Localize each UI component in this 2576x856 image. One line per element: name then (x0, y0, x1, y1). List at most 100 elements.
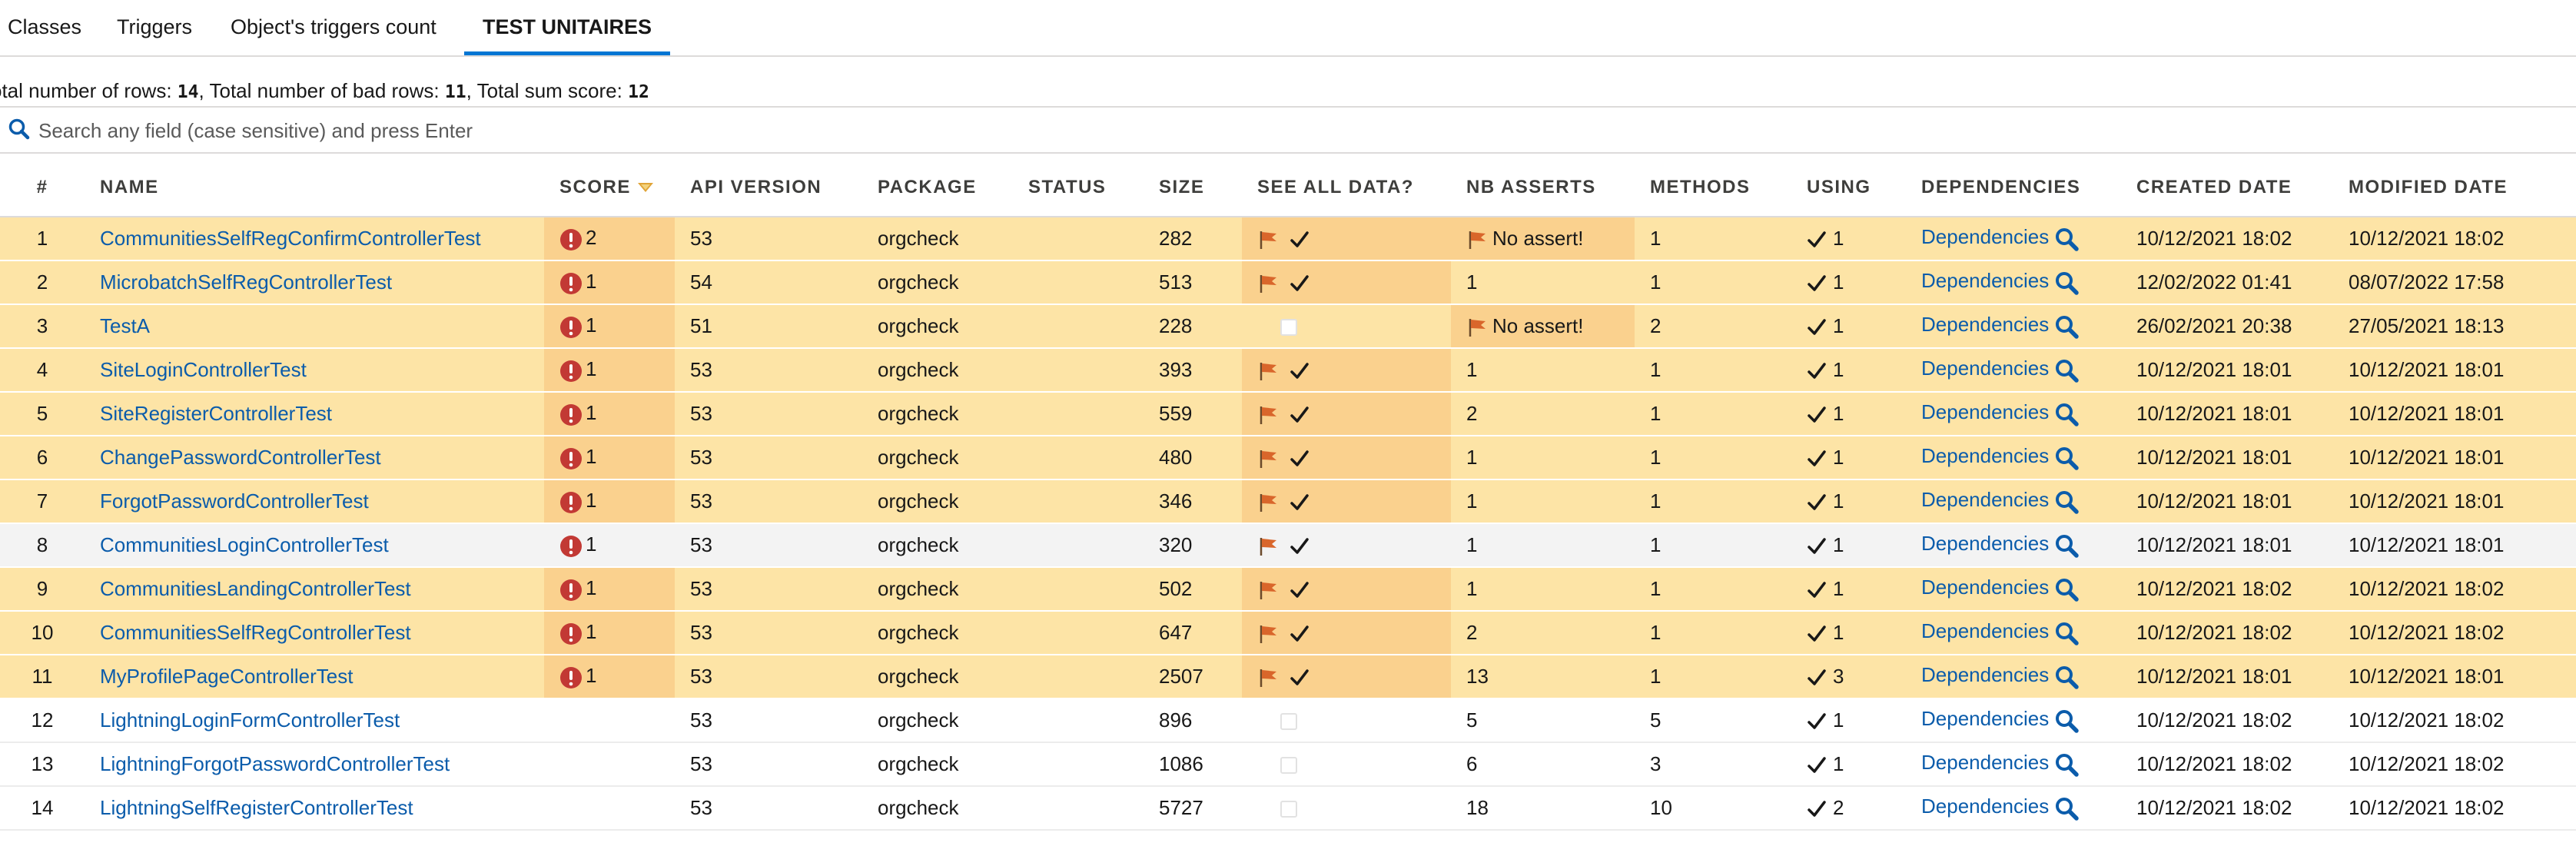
header-dependencies[interactable]: DEPENDENCIES (1906, 158, 2121, 217)
dependencies-link[interactable]: Dependencies (1921, 444, 2049, 467)
magnifier-icon[interactable] (2053, 226, 2080, 252)
header-api-version[interactable]: API VERSION (675, 158, 862, 217)
tab-test-unitaires[interactable]: TEST UNITAIRES (464, 0, 671, 55)
dependencies-link[interactable]: Dependencies (1921, 532, 2049, 555)
dependencies-link[interactable]: Dependencies (1921, 751, 2049, 774)
cell-name: MyProfilePageControllerTest (85, 655, 544, 699)
class-name-link[interactable]: ForgotPasswordControllerTest (100, 489, 369, 513)
class-name-link[interactable]: MicrobatchSelfRegControllerTest (100, 270, 392, 294)
table-row[interactable]: 13 LightningForgotPasswordControllerTest 5… (0, 742, 2576, 787)
dependencies-link[interactable]: Dependencies (1921, 225, 2049, 248)
cell-see-all-data (1242, 567, 1451, 612)
magnifier-icon[interactable] (2053, 620, 2080, 646)
table-row[interactable]: 3 TestA 1 51 orgcheck 228 No assert! 2 1 Dependen… (0, 304, 2576, 349)
magnifier-icon[interactable] (2053, 664, 2080, 690)
magnifier-icon[interactable] (2053, 401, 2080, 427)
cell-name: SiteLoginControllerTest (85, 348, 544, 393)
magnifier-icon[interactable] (2053, 751, 2080, 778)
header-score[interactable]: SCORE (544, 158, 675, 217)
magnifier-icon[interactable] (2053, 445, 2080, 471)
dependencies-link[interactable]: Dependencies (1921, 488, 2049, 511)
class-name-link[interactable]: LightningLoginFormControllerTest (100, 708, 400, 732)
class-name-link[interactable]: SiteLoginControllerTest (100, 358, 307, 381)
tab-objects-triggers-count[interactable]: Object's triggers count (212, 0, 455, 55)
header-methods[interactable]: METHODS (1635, 158, 1791, 217)
header-see-all-data[interactable]: SEE ALL DATA? (1242, 158, 1451, 217)
magnifier-icon[interactable] (2053, 314, 2080, 340)
dependencies-link[interactable]: Dependencies (1921, 313, 2049, 336)
dependencies-link[interactable]: Dependencies (1921, 795, 2049, 818)
cell-created-date: 10/12/2021 18:02 (2121, 217, 2333, 261)
magnifier-icon[interactable] (2053, 489, 2080, 515)
table-row[interactable]: 4 SiteLoginControllerTest 1 53 orgcheck 393 1 1… (0, 348, 2576, 393)
table-row[interactable]: 14 LightningSelfRegisterControllerTest 53 o… (0, 786, 2576, 831)
check-icon (1808, 669, 1826, 685)
cell-dependencies: Dependencies (1906, 260, 2121, 305)
cell-num: 9 (0, 567, 85, 612)
check-icon (1290, 494, 1309, 510)
class-name-link[interactable]: CommunitiesLoginControllerTest (100, 533, 389, 556)
search-input[interactable] (38, 114, 2498, 148)
header-nb-asserts[interactable]: NB ASSERTS (1451, 158, 1635, 217)
cell-size: 1086 (1144, 742, 1242, 787)
header-name[interactable]: NAME (85, 158, 544, 217)
header-size[interactable]: SIZE (1144, 158, 1242, 217)
magnifier-icon[interactable] (2053, 708, 2080, 734)
class-name-link[interactable]: CommunitiesSelfRegConfirmControllerTest (100, 227, 481, 250)
cell-see-all-data (1242, 304, 1451, 349)
class-name-link[interactable]: ChangePasswordControllerTest (100, 446, 381, 469)
magnifier-icon[interactable] (2053, 533, 2080, 559)
dependencies-link[interactable]: Dependencies (1921, 619, 2049, 642)
cell-modified-date: 10/12/2021 18:02 (2333, 217, 2576, 261)
dependencies-link[interactable]: Dependencies (1921, 357, 2049, 380)
header-package[interactable]: PACKAGE (862, 158, 1013, 217)
table-row[interactable]: 12 LightningLoginFormControllerTest 53 orgc… (0, 698, 2576, 743)
class-name-link[interactable]: MyProfilePageControllerTest (100, 665, 353, 688)
dependencies-link[interactable]: Dependencies (1921, 707, 2049, 730)
error-icon (560, 579, 582, 601)
table-row[interactable]: 9 CommunitiesLandingControllerTest 1 53 orgc… (0, 567, 2576, 612)
header-modified-date[interactable]: MODIFIED DATE (2333, 158, 2576, 217)
cell-see-all-data (1242, 742, 1451, 787)
class-name-link[interactable]: CommunitiesSelfRegControllerTest (100, 621, 411, 644)
table-row[interactable]: 8 CommunitiesLoginControllerTest 1 53 orgche… (0, 523, 2576, 568)
dependencies-link[interactable]: Dependencies (1921, 269, 2049, 292)
header-created-date[interactable]: CREATED DATE (2121, 158, 2333, 217)
class-name-link[interactable]: TestA (100, 314, 150, 337)
flag-icon (1260, 231, 1276, 250)
tab-triggers[interactable]: Triggers (98, 0, 211, 55)
cell-package: orgcheck (862, 479, 1013, 524)
cell-see-all-data (1242, 392, 1451, 436)
score-value: 1 (586, 664, 597, 688)
table-row[interactable]: 7 ForgotPasswordControllerTest 1 53 orgcheck… (0, 479, 2576, 524)
using-value: 1 (1833, 270, 1844, 294)
cell-api-version: 54 (675, 260, 862, 305)
class-name-link[interactable]: CommunitiesLandingControllerTest (100, 577, 411, 600)
cell-score: 1 (544, 479, 675, 524)
dependencies-link[interactable]: Dependencies (1921, 663, 2049, 686)
table-row[interactable]: 5 SiteRegisterControllerTest 1 53 orgcheck 55… (0, 392, 2576, 436)
no-assert-label: No assert! (1492, 314, 1584, 337)
magnifier-icon[interactable] (2053, 795, 2080, 821)
class-name-link[interactable]: SiteRegisterControllerTest (100, 402, 332, 425)
header-num[interactable]: # (0, 158, 85, 217)
header-using[interactable]: USING (1791, 158, 1906, 217)
dependencies-link[interactable]: Dependencies (1921, 400, 2049, 423)
cell-score: 1 (544, 611, 675, 655)
table-row[interactable]: 11 MyProfilePageControllerTest 1 53 orgcheck… (0, 655, 2576, 699)
magnifier-icon[interactable] (2053, 357, 2080, 383)
class-name-link[interactable]: LightningForgotPasswordControllerTest (100, 752, 450, 775)
cell-size: 228 (1144, 304, 1242, 349)
class-name-link[interactable]: LightningSelfRegisterControllerTest (100, 796, 413, 819)
nb-asserts-value: 1 (1466, 270, 1478, 294)
table-row[interactable]: 6 ChangePasswordControllerTest 1 53 orgcheck… (0, 436, 2576, 480)
header-status[interactable]: STATUS (1013, 158, 1144, 217)
magnifier-icon[interactable] (2053, 576, 2080, 602)
dependencies-link[interactable]: Dependencies (1921, 576, 2049, 599)
table-row[interactable]: 1 CommunitiesSelfRegConfirmControllerTest… (0, 217, 2576, 261)
table-row[interactable]: 2 MicrobatchSelfRegControllerTest 1 54 orgch… (0, 260, 2576, 305)
tab-classes[interactable]: Classes (0, 0, 100, 55)
table-row[interactable]: 10 CommunitiesSelfRegControllerTest 1 53 org… (0, 611, 2576, 655)
magnifier-icon[interactable] (2053, 270, 2080, 296)
cell-methods: 1 (1635, 260, 1791, 305)
